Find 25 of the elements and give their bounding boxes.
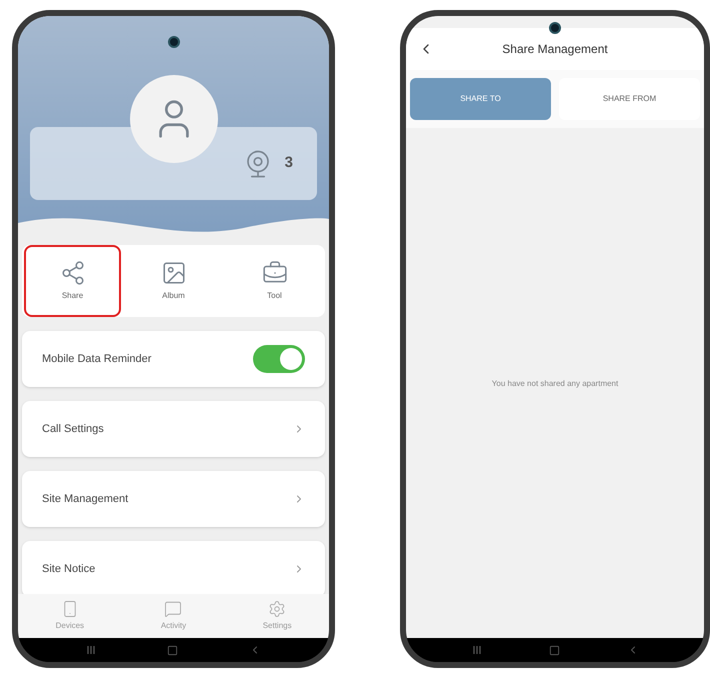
settings-row[interactable]: Site Management bbox=[22, 471, 325, 527]
settings-label: Site Notice bbox=[42, 562, 96, 577]
album-icon bbox=[160, 260, 186, 286]
settings-row[interactable]: Call Settings bbox=[22, 401, 325, 457]
share-icon bbox=[60, 260, 86, 286]
home-icon[interactable] bbox=[166, 644, 178, 656]
segment-tab[interactable]: SHARE TO bbox=[410, 78, 551, 120]
shortcut-button[interactable]: Share bbox=[24, 245, 121, 317]
shortcut-button[interactable]: Album bbox=[125, 245, 222, 317]
shortcut-button[interactable]: Tool bbox=[226, 245, 323, 317]
settings-row[interactable]: Site Notice bbox=[22, 541, 325, 594]
recent-apps-icon[interactable] bbox=[472, 645, 482, 655]
toggle-switch[interactable] bbox=[253, 345, 305, 373]
home-icon[interactable] bbox=[548, 644, 560, 656]
settings-label: Site Management bbox=[42, 492, 128, 507]
segment-tab[interactable]: SHARE FROM bbox=[559, 78, 700, 120]
empty-message: You have not shared any apartment bbox=[492, 378, 618, 390]
settings-label: Call Settings bbox=[42, 422, 104, 437]
recent-apps-icon[interactable] bbox=[86, 645, 96, 655]
settings-icon bbox=[268, 600, 286, 618]
settings-row[interactable]: Mobile Data Reminder bbox=[22, 331, 325, 387]
screen-title: Share Management bbox=[502, 41, 608, 58]
device-count: 3 bbox=[284, 153, 293, 174]
activity-icon bbox=[164, 600, 182, 618]
settings-label: Mobile Data Reminder bbox=[42, 352, 152, 367]
